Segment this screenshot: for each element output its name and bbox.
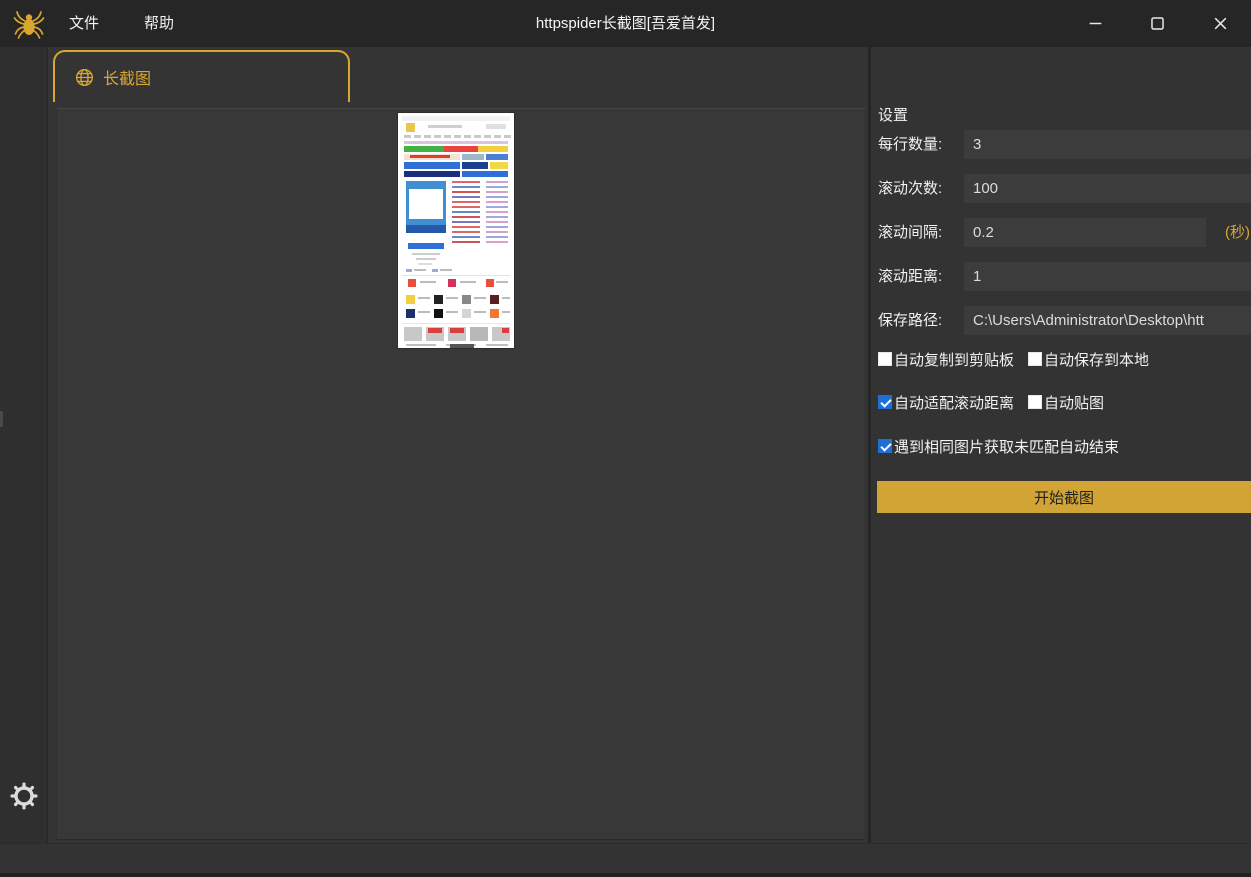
per-row-count-label: 每行数量: <box>878 130 942 159</box>
gear-icon <box>10 782 38 810</box>
status-bar <box>0 843 1251 873</box>
tab-long-screenshot[interactable]: 长截图 <box>53 50 350 102</box>
checkbox-auto-save-local[interactable]: 自动保存到本地 <box>1028 349 1149 370</box>
left-edge-grip <box>0 411 3 427</box>
field-scroll-interval: 滚动间隔: (秒) <box>871 218 1251 247</box>
checkbox-box[interactable] <box>878 395 892 409</box>
maximize-button[interactable] <box>1134 0 1181 47</box>
scroll-distance-label: 滚动距离: <box>878 262 942 291</box>
checkbox-label: 自动适配滚动距离 <box>894 392 1014 413</box>
checkbox-auto-end-on-duplicate[interactable]: 遇到相同图片获取未匹配自动结束 <box>878 436 1119 457</box>
checkbox-label: 自动复制到剪贴板 <box>894 349 1014 370</box>
save-path-label: 保存路径: <box>878 306 942 335</box>
field-scroll-distance: 滚动距离: <box>871 262 1251 291</box>
save-path-input[interactable] <box>964 306 1251 335</box>
scroll-times-label: 滚动次数: <box>878 174 942 203</box>
field-save-path: 保存路径: <box>871 306 1251 335</box>
close-button[interactable] <box>1197 0 1244 47</box>
checkbox-box[interactable] <box>1028 395 1042 409</box>
checkbox-row-2: 自动适配滚动距离 自动贴图 <box>878 393 1118 411</box>
per-row-count-input[interactable] <box>964 130 1251 159</box>
checkbox-label: 遇到相同图片获取未匹配自动结束 <box>894 436 1119 457</box>
settings-header: 设置 <box>878 104 908 125</box>
checkbox-label: 自动保存到本地 <box>1044 349 1149 370</box>
checkbox-row-1: 自动复制到剪贴板 自动保存到本地 <box>878 350 1163 368</box>
captured-page-thumbnail[interactable] <box>398 113 514 348</box>
left-sidebar <box>0 47 48 843</box>
capture-preview-canvas <box>56 108 866 840</box>
checkbox-auto-copy-clipboard[interactable]: 自动复制到剪贴板 <box>878 349 1014 370</box>
checkbox-auto-paste-image[interactable]: 自动贴图 <box>1028 392 1104 413</box>
scroll-interval-label: 滚动间隔: <box>878 218 942 247</box>
settings-panel: 设置 每行数量: 滚动次数: 滚动间隔: (秒) 滚动距离: 保存路径: 自动复… <box>871 47 1251 843</box>
tab-label: 长截图 <box>103 65 151 89</box>
seconds-unit-label: (秒) <box>1225 218 1250 247</box>
window-title: httpspider长截图[吾爱首发] <box>0 0 1251 47</box>
checkbox-row-3: 遇到相同图片获取未匹配自动结束 <box>878 437 1133 455</box>
minimize-button[interactable] <box>1072 0 1119 47</box>
scroll-times-input[interactable] <box>964 174 1251 203</box>
checkbox-auto-fit-scroll-distance[interactable]: 自动适配滚动距离 <box>878 392 1014 413</box>
field-per-row-count: 每行数量: <box>871 130 1251 159</box>
settings-gear-button[interactable] <box>9 781 39 811</box>
field-scroll-times: 滚动次数: <box>871 174 1251 203</box>
start-capture-button[interactable]: 开始截图 <box>877 481 1251 513</box>
title-bar: 文件 帮助 httpspider长截图[吾爱首发] <box>0 0 1251 47</box>
checkbox-box[interactable] <box>878 439 892 453</box>
globe-icon <box>75 68 94 87</box>
checkbox-box[interactable] <box>1028 352 1042 366</box>
scroll-distance-input[interactable] <box>964 262 1251 291</box>
checkbox-box[interactable] <box>878 352 892 366</box>
checkbox-label: 自动贴图 <box>1044 392 1104 413</box>
window-bottom-edge <box>0 873 1251 877</box>
pin-button[interactable] <box>1009 0 1056 47</box>
scroll-interval-input[interactable] <box>964 218 1206 247</box>
